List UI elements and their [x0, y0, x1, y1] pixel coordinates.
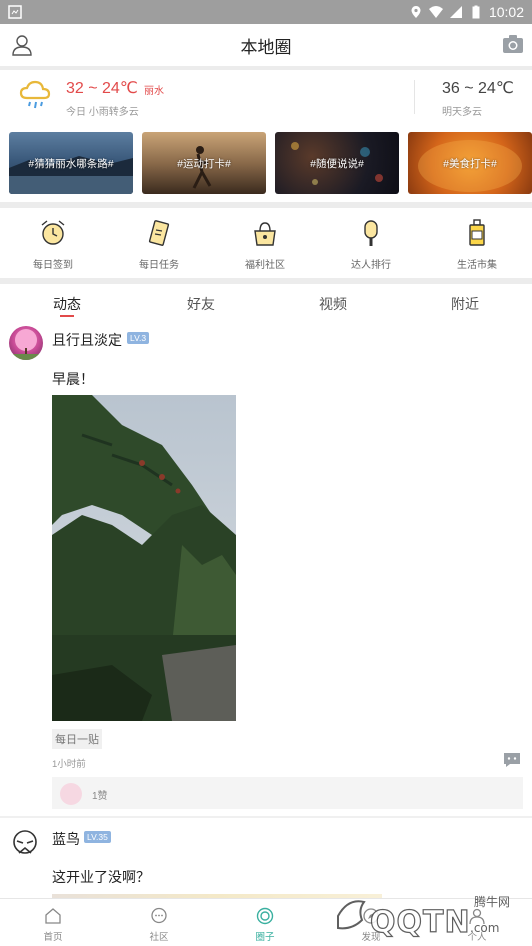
topic-label: #运动打卡# — [177, 157, 231, 170]
post-image[interactable] — [52, 395, 236, 721]
topic-label: #随便说说# — [310, 157, 364, 170]
signal-icon — [449, 6, 462, 18]
camera-icon[interactable] — [502, 34, 524, 54]
svg-text:腾牛网: 腾牛网 — [474, 894, 510, 909]
username[interactable]: 蓝鸟 — [52, 829, 80, 849]
level-badge: LV.3 — [127, 332, 150, 344]
watermark-logo: QQTN .com 腾牛网 — [337, 894, 510, 941]
nav-label: 首页 — [43, 932, 63, 943]
home-icon — [45, 908, 61, 924]
user-icon[interactable] — [10, 33, 34, 57]
status-bar: 10:02 — [0, 0, 532, 24]
tab-friends[interactable]: 好友 — [161, 294, 241, 314]
comment-icon[interactable] — [502, 752, 522, 768]
feed-tabs: 动态 好友 视频 附近 — [0, 284, 532, 320]
like-count: 1赞 — [92, 791, 108, 802]
like-bar: 1赞 — [52, 777, 523, 809]
feed-list: 且行且淡定 LV.3 早晨！ 每日一贴 1小时前 1赞 蓝鸟 LV.35 这开业… — [0, 320, 532, 898]
level-badge: LV.35 — [84, 831, 111, 843]
nav-community[interactable]: 社区 — [129, 907, 189, 943]
tomorrow-description: 明天多云 — [442, 107, 482, 118]
tree-photo — [52, 395, 236, 721]
topic-card-food[interactable]: #美食打卡# — [408, 132, 532, 194]
svg-text:.com: .com — [470, 921, 499, 935]
battery-icon — [472, 5, 480, 19]
tab-nearby[interactable]: 附近 — [425, 294, 505, 314]
quick-nav-label: 每日签到 — [33, 260, 73, 271]
task-card-icon — [148, 220, 170, 246]
alarm-clock-icon — [41, 220, 65, 245]
nav-circle[interactable]: 圈子 — [235, 907, 295, 943]
bottle-icon — [469, 219, 485, 246]
quick-nav-check-in[interactable]: 每日签到 — [8, 218, 98, 276]
topic-card-roads[interactable]: #猜猜丽水哪条路# — [9, 132, 133, 194]
quick-nav-ranking[interactable]: 达人排行 — [326, 218, 416, 276]
post-text: 这开业了没啊？ — [52, 869, 150, 885]
avatar[interactable] — [9, 326, 43, 360]
today-temperature: 32 ~ 24℃ — [66, 80, 138, 97]
svg-text:QQTN: QQTN — [370, 905, 471, 940]
today-description: 今日 小雨转多云 — [66, 107, 139, 118]
page-title: 本地圈 — [240, 37, 292, 57]
quick-nav-label: 福利社区 — [245, 260, 285, 271]
weather-divider — [414, 80, 415, 114]
popsicle-icon — [364, 220, 378, 246]
tab-videos[interactable]: 视频 — [293, 294, 373, 314]
quick-nav-welfare[interactable]: 福利社区 — [220, 218, 310, 276]
header: 本地圈 — [0, 24, 532, 66]
post-divider — [0, 816, 532, 818]
cloud-rain-icon — [19, 80, 51, 109]
quick-nav-label: 达人排行 — [351, 260, 391, 271]
nav-label: 圈子 — [255, 932, 275, 943]
status-time: 10:02 — [488, 4, 524, 20]
username[interactable]: 且行且淡定 — [52, 330, 122, 350]
quick-nav: 每日签到 每日任务 福利社区 达人排行 生活市集 — [0, 208, 532, 278]
tomorrow-temperature: 36 ~ 24℃ — [442, 80, 514, 97]
tab-feed[interactable]: 动态 — [27, 294, 107, 314]
liker-avatar[interactable] — [60, 783, 82, 805]
pink-tree-image — [9, 329, 43, 360]
avatar[interactable] — [10, 828, 40, 858]
weather-panel[interactable]: 32 ~ 24℃ 丽水 今日 小雨转多云 36 ~ 24℃ 明天多云 — [0, 70, 532, 124]
handbag-icon — [254, 222, 276, 246]
quick-nav-label: 生活市集 — [457, 260, 497, 271]
topic-card-chat[interactable]: #随便说说# — [275, 132, 399, 194]
topic-card-sports[interactable]: #运动打卡# — [142, 132, 266, 194]
notification-icon — [8, 5, 22, 19]
post-time: 1小时前 — [52, 759, 86, 770]
topic-label: #美食打卡# — [443, 157, 497, 170]
chat-bubble-icon — [151, 907, 167, 924]
post-tag[interactable]: 每日一贴 — [52, 729, 102, 749]
active-tab-indicator — [60, 315, 74, 317]
location-icon — [411, 6, 421, 18]
city-name: 丽水 — [144, 86, 164, 97]
topic-banners: #猜猜丽水哪条路# #运动打卡# #随便说说# #美食打卡# — [0, 124, 532, 202]
wifi-icon — [428, 6, 443, 18]
post-text: 早晨！ — [52, 371, 94, 387]
nav-home[interactable]: 首页 — [23, 907, 83, 943]
quick-nav-daily-task[interactable]: 每日任务 — [114, 218, 204, 276]
circle-icon — [256, 907, 274, 925]
quick-nav-market[interactable]: 生活市集 — [432, 218, 522, 276]
topic-label: #猜猜丽水哪条路# — [28, 157, 114, 170]
nav-label: 社区 — [149, 932, 169, 943]
quick-nav-label: 每日任务 — [139, 260, 179, 271]
